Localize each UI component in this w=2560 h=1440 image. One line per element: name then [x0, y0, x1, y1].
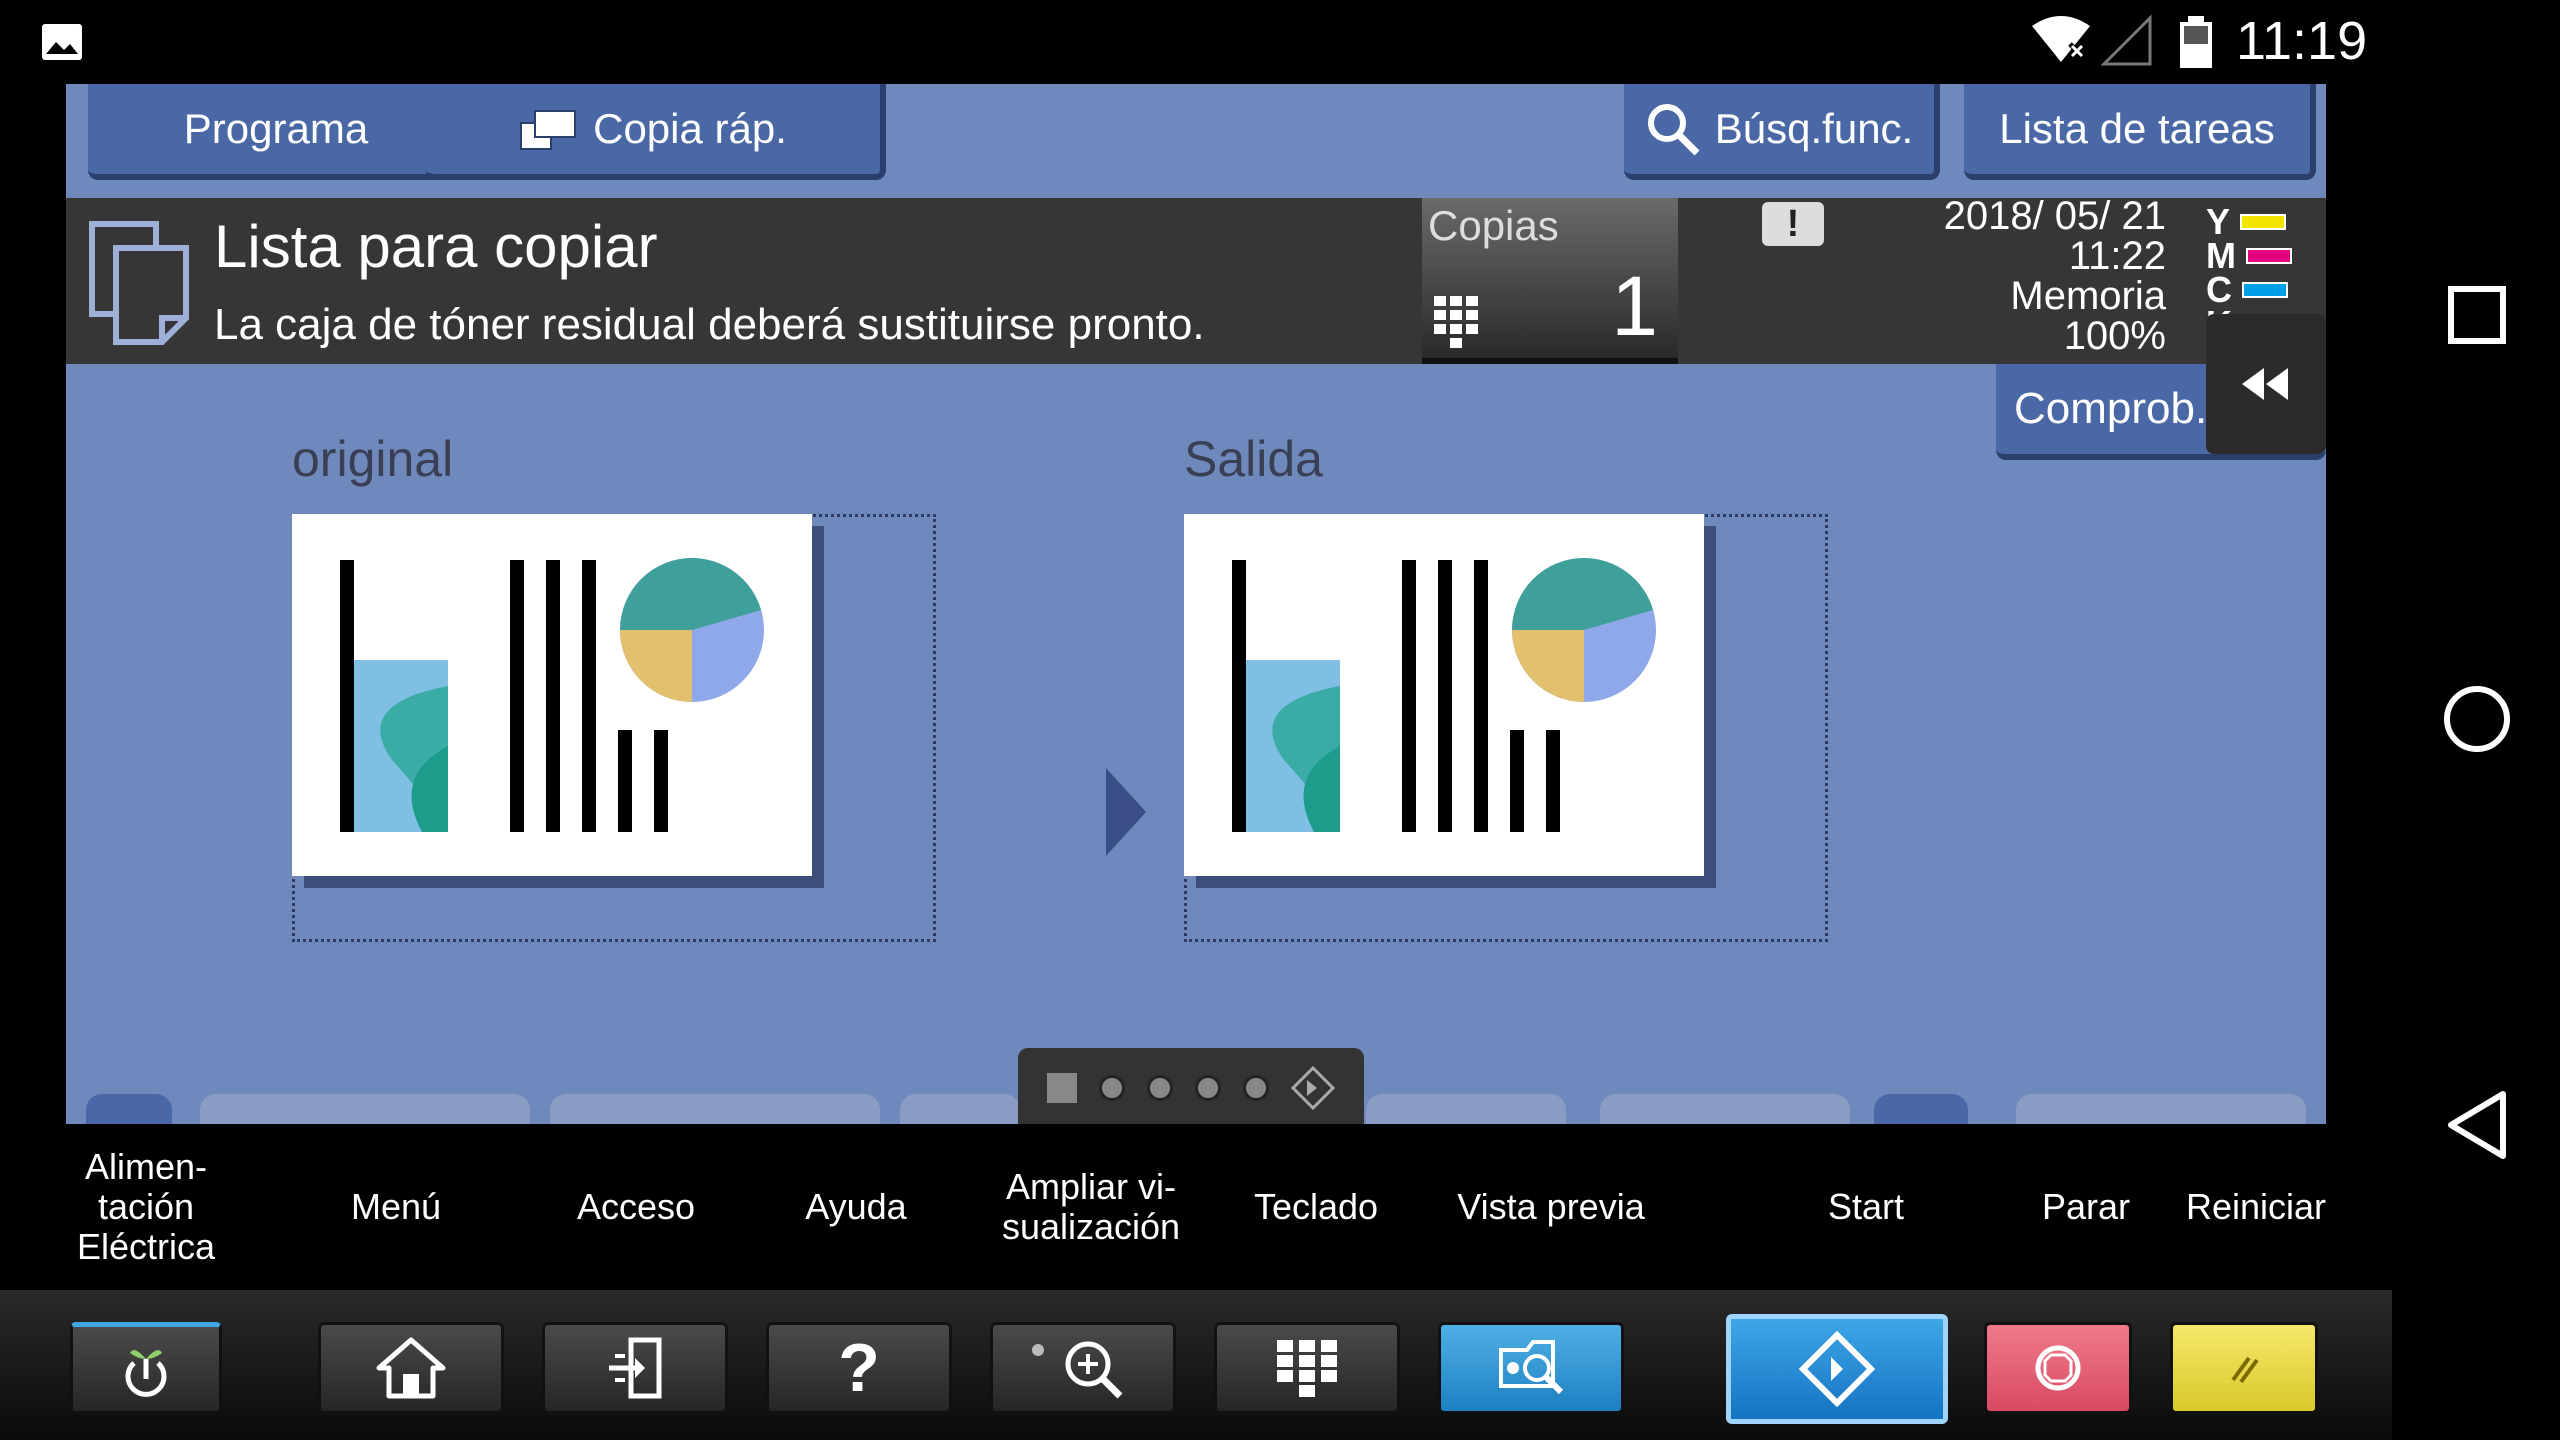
page-dot	[1243, 1075, 1269, 1101]
toner-yellow: Y	[2206, 201, 2287, 242]
copia-rapida-button[interactable]: Copia ráp.	[426, 84, 886, 180]
toner-cyan: C	[2206, 269, 2288, 310]
lista-tareas-label: Lista de tareas	[1999, 105, 2275, 152]
status-message: La caja de tóner residual deberá sustitu…	[214, 300, 1205, 349]
page-dot	[1099, 1075, 1125, 1101]
help-button[interactable]: ?	[766, 1322, 952, 1414]
help-label: Ayuda	[805, 1186, 907, 1227]
document-sample-graphic	[340, 558, 764, 832]
programa-label: Programa	[183, 105, 369, 152]
reset-label: Reiniciar	[2185, 1186, 2327, 1227]
power-button[interactable]	[70, 1322, 222, 1414]
start-label: Start	[1827, 1186, 1905, 1227]
preview-button[interactable]	[1438, 1322, 1624, 1414]
keypad-label: Teclado	[1253, 1186, 1379, 1227]
recents-button[interactable]	[2432, 270, 2522, 360]
tab-stub[interactable]	[550, 1094, 880, 1124]
lista-tareas-button[interactable]: Lista de tareas	[1964, 84, 2316, 180]
menu-label: Menú	[350, 1186, 442, 1227]
document-sample-graphic	[1232, 558, 1656, 832]
page-dot	[1147, 1075, 1173, 1101]
tab-stub[interactable]	[1874, 1094, 1968, 1124]
zoom-button[interactable]	[990, 1322, 1176, 1414]
keypad-icon	[1434, 296, 1478, 348]
keypad-grid-icon	[1277, 1340, 1337, 1397]
toner-bar	[2246, 248, 2292, 264]
signal-icon	[2100, 14, 2152, 66]
copier-panel: Programa Copia ráp. Búsq.func. Lista de …	[66, 84, 2326, 1124]
home-icon	[376, 1337, 446, 1399]
start-diamond-icon	[1799, 1331, 1875, 1407]
copies-value: 1	[1611, 259, 1658, 353]
time-text: 11:22	[2068, 234, 2166, 278]
copia-rapida-label: Copia ráp.	[593, 105, 787, 152]
warning-icon[interactable]: !	[1762, 202, 1824, 246]
triangle-back-icon	[2448, 1091, 2506, 1159]
access-button[interactable]	[542, 1322, 728, 1414]
wifi-icon	[2032, 16, 2090, 62]
copies-label: Copias	[1428, 202, 1559, 249]
hardware-buttons: ?	[0, 1290, 2392, 1440]
tab-stub[interactable]	[86, 1094, 172, 1124]
collapse-panel-button[interactable]	[2206, 314, 2326, 454]
stop-label: Parar	[2041, 1186, 2131, 1227]
stop-octagon-icon	[2035, 1345, 2081, 1391]
menu-home-button[interactable]	[318, 1322, 504, 1414]
power-leaf-icon	[125, 1350, 167, 1397]
square-icon	[1047, 1073, 1077, 1103]
arrow-right-icon	[1106, 768, 1146, 856]
start-button[interactable]	[1726, 1314, 1948, 1424]
date-text: 2018/ 05/ 21	[1943, 194, 2166, 238]
tab-stub[interactable]	[1600, 1094, 1850, 1124]
circle-icon	[2444, 686, 2510, 752]
zoom-label: Ampliar vi- sualización	[1001, 1166, 1181, 1247]
busqueda-funcion-button[interactable]: Búsq.func.	[1624, 84, 1940, 180]
battery-icon	[2180, 16, 2212, 68]
programa-button[interactable]: Programa	[88, 84, 470, 180]
image-notification-icon	[42, 24, 82, 60]
tab-stub[interactable]	[1366, 1094, 1566, 1124]
tab-stub[interactable]	[200, 1094, 530, 1124]
zoom-in-icon	[1032, 1341, 1123, 1399]
reset-slash-icon	[2231, 1356, 2259, 1384]
original-label: original	[292, 431, 454, 487]
status-title: Lista para copiar	[214, 213, 658, 280]
preview-label: Vista previa	[1457, 1186, 1645, 1227]
copy-documents-icon	[89, 221, 189, 345]
move-arrows-icon	[1291, 1066, 1335, 1110]
toner-bar	[2242, 282, 2288, 298]
quick-copy-icon	[520, 110, 577, 150]
busqueda-funcion-label: Búsq.func.	[1714, 105, 1914, 152]
keypad-button[interactable]	[1214, 1322, 1400, 1414]
output-label: Salida	[1184, 431, 1323, 487]
original-page-thumbnail	[292, 514, 812, 876]
back-nav-button[interactable]	[2432, 1080, 2522, 1170]
search-icon	[1647, 104, 1700, 156]
android-nav-bar	[2392, 84, 2560, 1440]
home-nav-button[interactable]	[2432, 674, 2522, 764]
page-dot	[1195, 1075, 1221, 1101]
memory-label: Memoria	[2010, 274, 2166, 318]
power-label: Alimen- tación Eléctrica	[76, 1146, 216, 1267]
page-indicator[interactable]	[1018, 1048, 1364, 1124]
output-page-thumbnail	[1184, 514, 1704, 876]
hardware-labels: Alimen- tación Eléctrica Menú Acceso Ayu…	[66, 1124, 2326, 1290]
memory-value: 100%	[2063, 314, 2166, 358]
toner-bar	[2240, 214, 2287, 230]
copies-counter[interactable]: Copias 1	[1422, 198, 1678, 364]
login-door-icon	[609, 1337, 662, 1399]
tab-stub[interactable]	[900, 1094, 1020, 1124]
toner-magenta: M	[2206, 235, 2292, 276]
preview-search-icon	[1499, 1340, 1564, 1395]
reset-button[interactable]	[2170, 1322, 2318, 1414]
android-status-bar: 11:19	[0, 0, 2560, 84]
date-memory-info: 2018/ 05/ 21 11:22 Memoria 100%	[1866, 196, 2166, 356]
square-icon	[2448, 286, 2506, 344]
tab-stub[interactable]	[2016, 1094, 2306, 1124]
access-label: Acceso	[576, 1186, 696, 1227]
double-left-arrow-icon	[2242, 368, 2288, 400]
status-clock: 11:19	[2236, 11, 2368, 71]
question-icon: ?	[838, 1330, 880, 1406]
stop-button[interactable]	[1984, 1322, 2132, 1414]
